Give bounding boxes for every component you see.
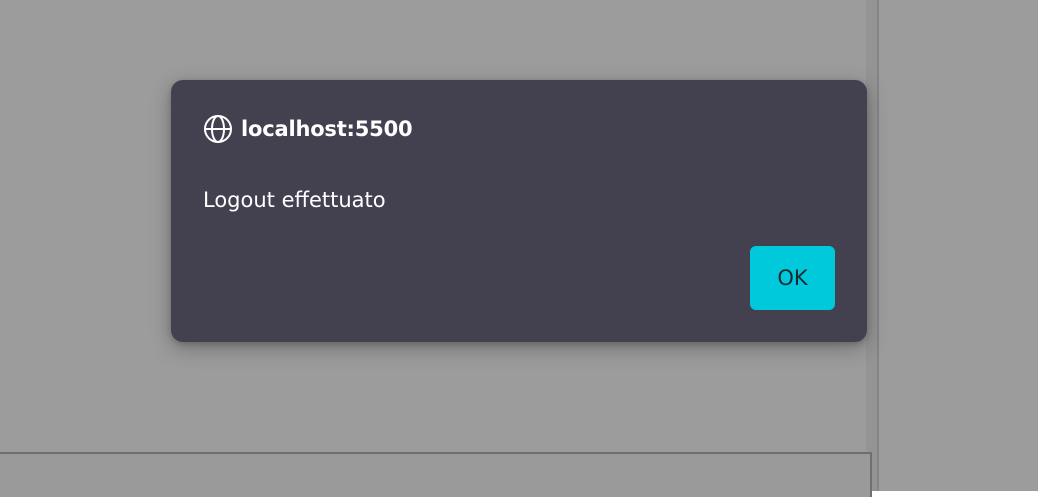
ok-button[interactable]: OK [750, 246, 835, 310]
dialog-origin: localhost:5500 [241, 117, 413, 141]
dialog-header: localhost:5500 [203, 114, 413, 144]
globe-icon [203, 114, 233, 144]
panel-divider [877, 0, 879, 491]
bottom-panel [0, 452, 872, 497]
alert-dialog: localhost:5500 Logout effettuato OK [171, 80, 867, 342]
dialog-message: Logout effettuato [203, 188, 386, 212]
scrollbar-track[interactable] [866, 0, 877, 491]
